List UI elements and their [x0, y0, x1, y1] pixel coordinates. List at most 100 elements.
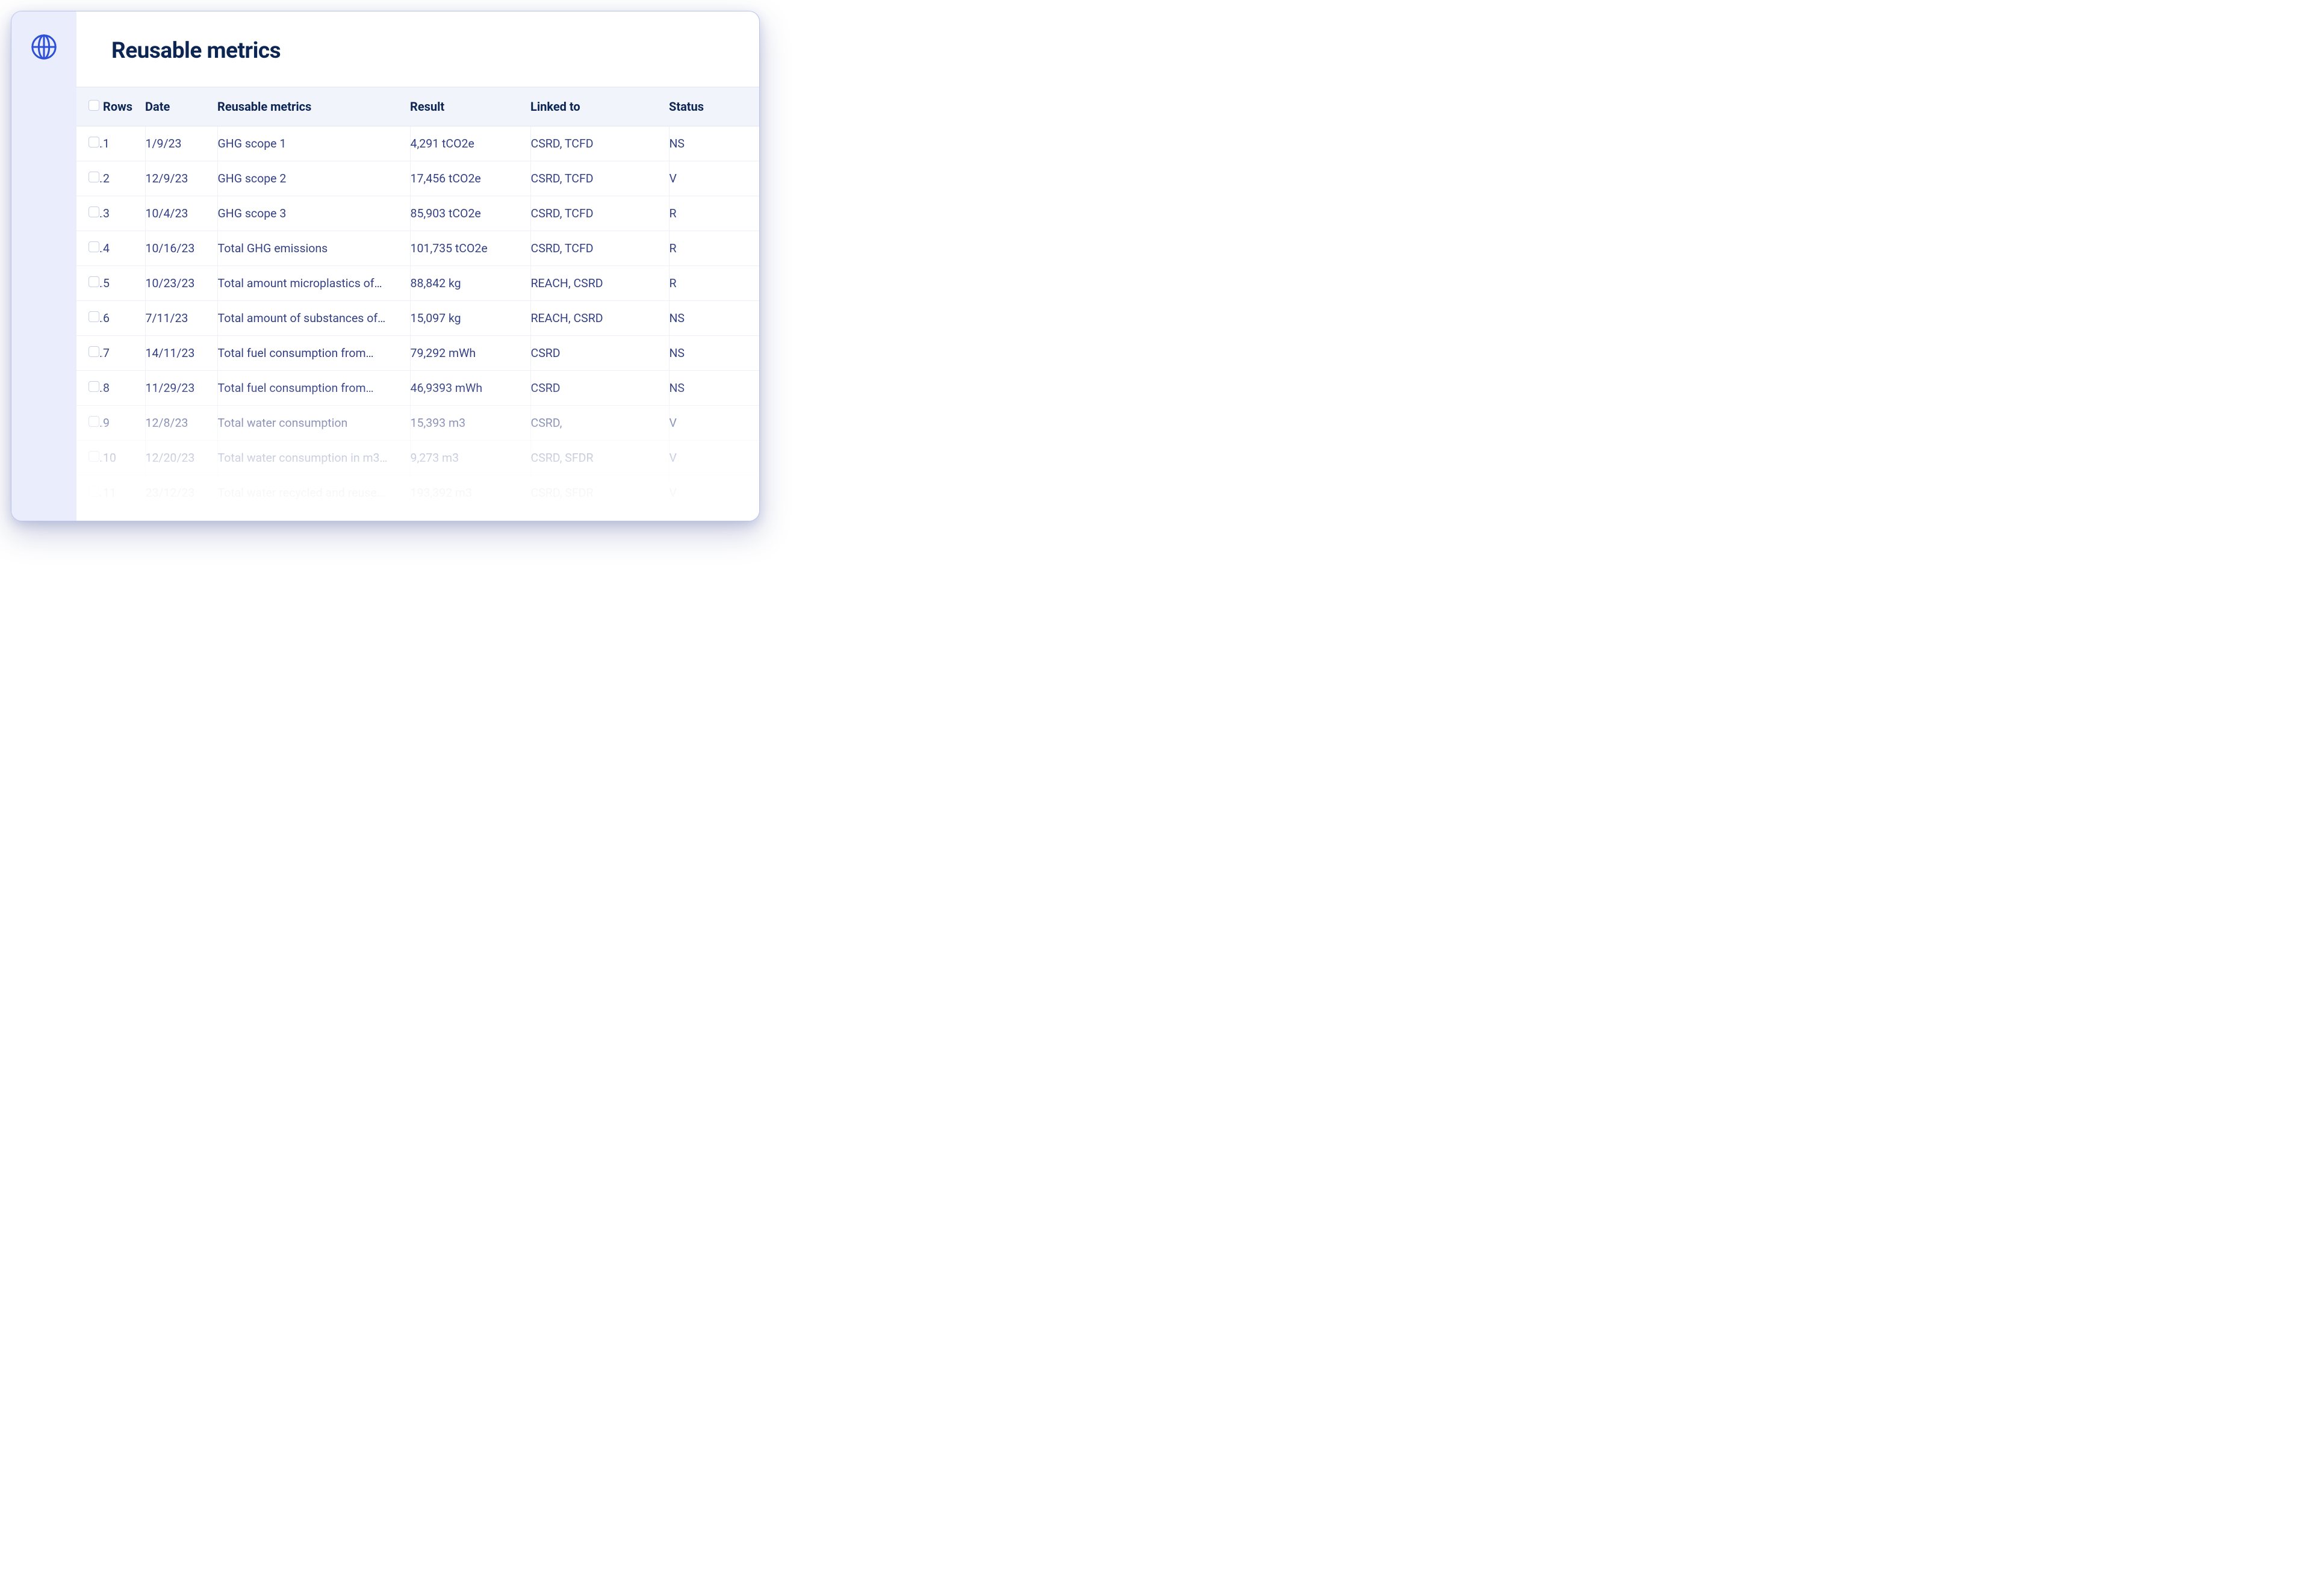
row-checkbox[interactable] [89, 311, 99, 322]
table-row[interactable]: 811/29/23Total fuel consumption from…46,… [76, 371, 759, 406]
cell-status: NS [669, 336, 759, 371]
table-row[interactable]: 410/16/23Total GHG emissions101,735 tCO2… [76, 231, 759, 266]
cell-result: 79,292 mWh [410, 336, 530, 371]
cell-status: R [669, 266, 759, 301]
cell-linked: REACH, CSRD [530, 301, 669, 336]
select-all-checkbox[interactable] [89, 100, 99, 111]
cell-date: 10/4/23 [145, 196, 217, 231]
row-checkbox-cell [76, 126, 103, 161]
row-checkbox[interactable] [89, 206, 99, 217]
table-header-row: Rows Date Reusable metrics Result Linked… [76, 87, 759, 126]
cell-metric: GHG scope 3 [217, 196, 410, 231]
cell-result: 15,097 kg [410, 301, 530, 336]
cell-rownum: 6 [103, 301, 145, 336]
col-header-status[interactable]: Status [669, 87, 759, 126]
table-row[interactable]: 310/4/23GHG scope 385,903 tCO2eCSRD, TCF… [76, 196, 759, 231]
cell-result: 193,392 m3 [410, 476, 530, 511]
row-checkbox-cell [76, 161, 103, 196]
cell-linked: CSRD, TCFD [530, 231, 669, 266]
cell-metric: GHG scope 2 [217, 161, 410, 196]
cell-result: 15,393 m3 [410, 406, 530, 441]
cell-rownum: 2 [103, 161, 145, 196]
col-header-metric[interactable]: Reusable metrics [217, 87, 410, 126]
row-checkbox-cell [76, 301, 103, 336]
cell-status: V [669, 441, 759, 476]
cell-date: 10/23/23 [145, 266, 217, 301]
cell-rownum: 7 [103, 336, 145, 371]
table-row[interactable]: 1123/12/23Total water recycled and reuse… [76, 476, 759, 511]
cell-date: 1/9/23 [145, 126, 217, 161]
row-checkbox[interactable] [89, 137, 99, 147]
row-checkbox-cell [76, 196, 103, 231]
globe-logo-icon [30, 33, 58, 61]
row-checkbox-cell [76, 336, 103, 371]
cell-rownum: 1 [103, 126, 145, 161]
cell-result: 101,735 tCO2e [410, 231, 530, 266]
cell-date: 10/16/23 [145, 231, 217, 266]
col-header-rows[interactable]: Rows [103, 87, 145, 126]
cell-rownum: 9 [103, 406, 145, 441]
metrics-table: Rows Date Reusable metrics Result Linked… [76, 87, 759, 511]
cell-result: 17,456 tCO2e [410, 161, 530, 196]
cell-linked: CSRD, TCFD [530, 126, 669, 161]
cell-linked: CSRD [530, 371, 669, 406]
table-row[interactable]: 67/11/23Total amount of substances of…15… [76, 301, 759, 336]
table-row[interactable]: 1012/20/23Total water consumption in m3…… [76, 441, 759, 476]
cell-metric: GHG scope 1 [217, 126, 410, 161]
row-checkbox-cell [76, 441, 103, 476]
table-row[interactable]: 11/9/23GHG scope 14,291 tCO2eCSRD, TCFDN… [76, 126, 759, 161]
cell-linked: CSRD, SFDR [530, 476, 669, 511]
cell-metric: Total GHG emissions [217, 231, 410, 266]
row-checkbox[interactable] [89, 276, 99, 287]
row-checkbox-cell [76, 231, 103, 266]
col-header-linked[interactable]: Linked to [530, 87, 669, 126]
cell-status: V [669, 406, 759, 441]
cell-status: V [669, 476, 759, 511]
cell-linked: CSRD [530, 336, 669, 371]
page-title: Reusable metrics [111, 38, 759, 64]
cell-linked: CSRD, [530, 406, 669, 441]
cell-status: NS [669, 371, 759, 406]
sidebar [11, 11, 76, 521]
cell-status: NS [669, 301, 759, 336]
row-checkbox[interactable] [89, 241, 99, 252]
cell-linked: CSRD, TCFD [530, 196, 669, 231]
cell-rownum: 11 [103, 476, 145, 511]
row-checkbox[interactable] [89, 486, 99, 497]
cell-metric: Total amount of substances of… [217, 301, 410, 336]
cell-date: 11/29/23 [145, 371, 217, 406]
app-frame: Reusable metrics Rows Date Reusable metr… [11, 11, 760, 521]
table-row[interactable]: 912/8/23Total water consumption15,393 m3… [76, 406, 759, 441]
col-header-date[interactable]: Date [145, 87, 217, 126]
row-checkbox-cell [76, 476, 103, 511]
row-checkbox[interactable] [89, 416, 99, 427]
cell-metric: Total water recycled and reuse… [217, 476, 410, 511]
row-checkbox-cell [76, 371, 103, 406]
table-row[interactable]: 510/23/23Total amount microplastics of…8… [76, 266, 759, 301]
cell-linked: REACH, CSRD [530, 266, 669, 301]
cell-metric: Total water consumption in m3… [217, 441, 410, 476]
row-checkbox[interactable] [89, 346, 99, 357]
cell-date: 7/11/23 [145, 301, 217, 336]
cell-date: 12/20/23 [145, 441, 217, 476]
page-header: Reusable metrics [76, 11, 759, 87]
metrics-table-wrapper: Rows Date Reusable metrics Result Linked… [76, 87, 759, 521]
cell-result: 88,842 kg [410, 266, 530, 301]
cell-date: 12/8/23 [145, 406, 217, 441]
cell-metric: Total water consumption [217, 406, 410, 441]
cell-date: 14/11/23 [145, 336, 217, 371]
cell-result: 46,9393 mWh [410, 371, 530, 406]
row-checkbox[interactable] [89, 451, 99, 462]
table-row[interactable]: 714/11/23Total fuel consumption from…79,… [76, 336, 759, 371]
cell-status: V [669, 161, 759, 196]
col-header-checkbox [76, 87, 103, 126]
row-checkbox[interactable] [89, 381, 99, 392]
row-checkbox[interactable] [89, 172, 99, 182]
cell-result: 9,273 m3 [410, 441, 530, 476]
cell-metric: Total fuel consumption from… [217, 336, 410, 371]
cell-rownum: 3 [103, 196, 145, 231]
col-header-result[interactable]: Result [410, 87, 530, 126]
cell-date: 23/12/23 [145, 476, 217, 511]
cell-linked: CSRD, SFDR [530, 441, 669, 476]
table-row[interactable]: 212/9/23GHG scope 217,456 tCO2eCSRD, TCF… [76, 161, 759, 196]
